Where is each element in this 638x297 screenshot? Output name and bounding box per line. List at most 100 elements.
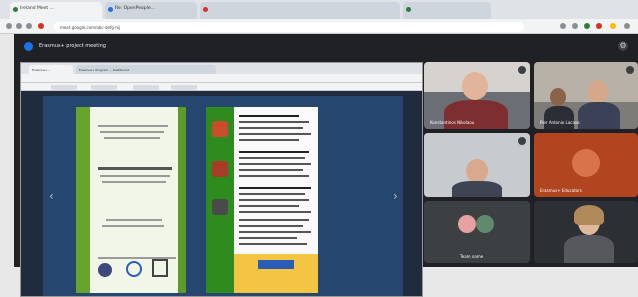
participant-video: [466, 159, 488, 183]
text-line: [239, 199, 309, 201]
participant-video: [550, 88, 566, 106]
participant-video: [544, 106, 574, 129]
shared-tab: Erasmus+ Program ... Dashboard: [76, 65, 216, 74]
site-info-icon[interactable]: [38, 23, 44, 29]
text-line: [239, 187, 311, 189]
participant-hair: [574, 205, 604, 225]
text-line: [239, 219, 309, 221]
browser-tab[interactable]: [200, 2, 400, 19]
bookmark: [133, 85, 159, 90]
participant-name: Konstantinos Nikolaou: [430, 120, 475, 125]
text-line: [102, 225, 164, 227]
mic-icon: [518, 137, 526, 145]
chevron-right-icon[interactable]: ›: [393, 189, 398, 203]
logo-icon: [98, 263, 112, 277]
mic-icon: [518, 66, 526, 74]
text-line: [239, 193, 305, 195]
extension-icon[interactable]: [596, 23, 602, 29]
address-bar: meet.google.com/abc-defg-hij: [0, 19, 638, 34]
text-line: [239, 133, 311, 135]
participant-video: [452, 181, 502, 197]
profile-avatar[interactable]: [610, 23, 616, 29]
meet-window: Erasmus+ project meeting ⚙ Erasmus+ ... …: [14, 34, 638, 297]
browser-tab[interactable]: Re: OpenPeople...: [105, 2, 197, 19]
extension-icon[interactable]: [584, 23, 590, 29]
speaker-photo: [212, 121, 228, 137]
text-line: [239, 169, 303, 171]
document-page-right: [206, 107, 318, 293]
browser-tab[interactable]: Ireland Meet ...: [10, 2, 102, 19]
shared-tab-label: Erasmus+ Program ... Dashboard: [79, 68, 130, 72]
participant-name: Pier Antonio Lacava: [540, 120, 580, 125]
participant-tile[interactable]: [534, 201, 638, 263]
participant-name: Erasmus+ Educators: [540, 188, 582, 193]
participant-tile[interactable]: [424, 133, 530, 197]
text-line: [104, 137, 160, 139]
text-line: [98, 125, 168, 127]
menu-icon[interactable]: [624, 23, 630, 29]
document-page-left: [76, 107, 186, 293]
logo-icon: [126, 261, 142, 277]
banner-box: [258, 260, 294, 269]
tab-label: Ireland Meet ...: [20, 6, 54, 11]
mic-icon: [626, 66, 634, 74]
favicon-icon: [406, 7, 411, 12]
shared-tab: Erasmus+ ...: [29, 65, 73, 74]
reload-icon[interactable]: [26, 23, 32, 29]
participant-name: Team name: [460, 254, 484, 259]
participant-tile[interactable]: Konstantinos Nikolaou: [424, 62, 530, 129]
favicon-icon: [108, 7, 113, 12]
back-icon[interactable]: [6, 23, 12, 29]
meet-header: Erasmus+ project meeting ⚙: [14, 34, 638, 58]
participant-tile[interactable]: Pier Antonio Lacava: [534, 62, 638, 129]
speaker-photo: [212, 161, 228, 177]
speaker-photo: [212, 199, 228, 215]
url-field[interactable]: meet.google.com/abc-defg-hij: [54, 22, 524, 32]
extension-icon[interactable]: [560, 23, 566, 29]
chevron-left-icon[interactable]: ‹: [49, 189, 54, 203]
participant-avatar: [476, 215, 494, 233]
text-line: [102, 181, 166, 183]
bookmark: [51, 85, 77, 90]
forward-icon[interactable]: [16, 23, 22, 29]
text-line: [239, 139, 299, 141]
participant-video: [462, 72, 488, 100]
favicon-icon: [203, 7, 208, 12]
browser-tab[interactable]: [403, 2, 491, 19]
settings-icon[interactable]: ⚙: [618, 41, 628, 51]
shared-address-bar: [21, 74, 422, 83]
tab-label: Re: OpenPeople...: [115, 6, 155, 11]
text-line: [239, 175, 309, 177]
participant-tile[interactable]: Team name: [424, 201, 530, 263]
text-line: [239, 231, 311, 233]
meet-logo-icon: [24, 42, 33, 51]
text-line: [106, 219, 162, 221]
shared-tab-label: Erasmus+ ...: [32, 68, 52, 72]
text-line: [100, 175, 170, 177]
participant-video: [564, 235, 614, 263]
text-line: [239, 151, 309, 153]
text-line: [239, 225, 303, 227]
shared-tab-bar: Erasmus+ ... Erasmus+ Program ... Dashbo…: [21, 63, 422, 74]
participant-video: [588, 80, 608, 104]
text-line: [239, 127, 303, 129]
text-line: [239, 211, 311, 213]
text-line: [239, 115, 299, 117]
participant-video: [578, 102, 620, 129]
highlight-banner: [234, 254, 318, 293]
document-viewer: ‹ ›: [21, 91, 422, 296]
bookmark: [171, 85, 197, 90]
browser-tab-bar: Ireland Meet ... Re: OpenPeople...: [0, 0, 638, 19]
extension-icon[interactable]: [572, 23, 578, 29]
favicon-icon: [13, 7, 18, 12]
participant-avatar: [458, 215, 476, 233]
participant-tile[interactable]: Erasmus+ Educators: [534, 133, 638, 197]
text-line: [98, 167, 172, 170]
text-line: [239, 163, 311, 165]
text-line: [239, 237, 297, 239]
text-line: [100, 131, 164, 133]
participant-avatar: [572, 149, 600, 177]
text-line: [239, 243, 307, 245]
logo-icon: [152, 259, 168, 277]
text-line: [239, 205, 299, 207]
